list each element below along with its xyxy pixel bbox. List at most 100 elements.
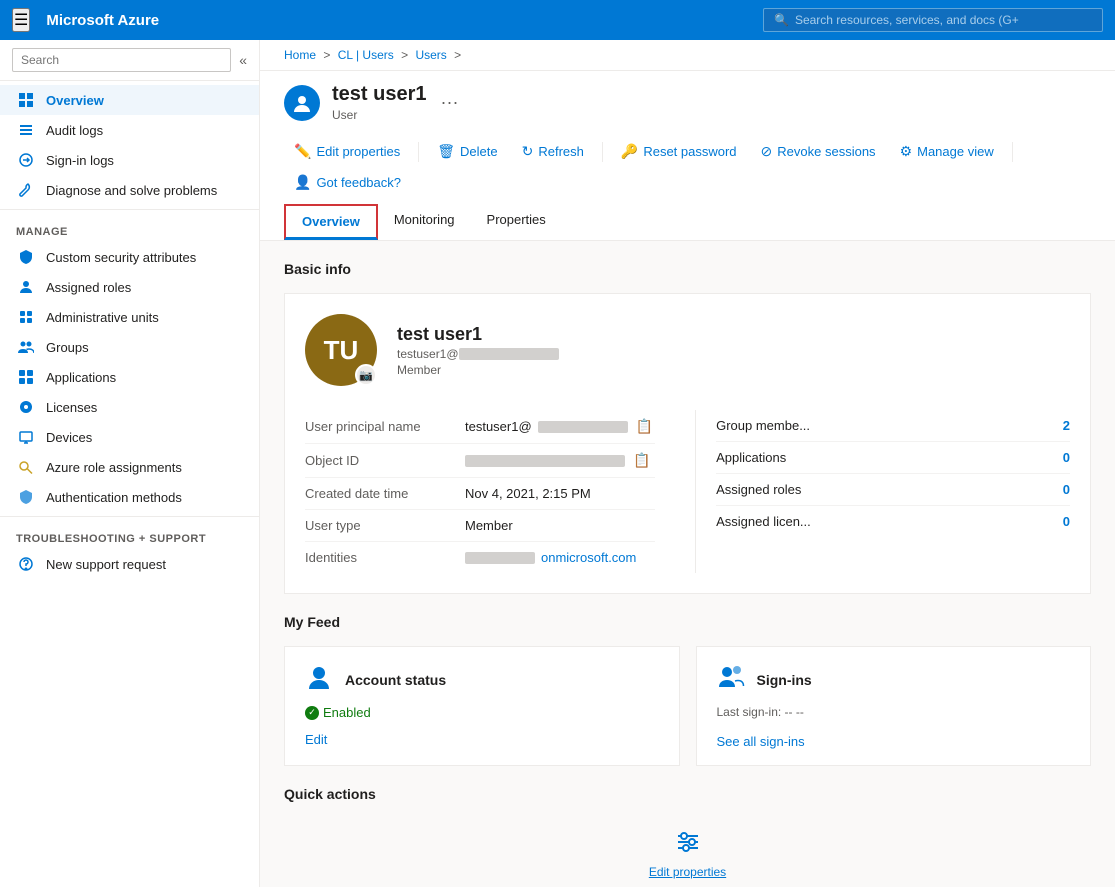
account-status-icon <box>305 663 333 697</box>
stat-label-groups: Group membe... <box>716 418 1050 433</box>
info-label-upn: User principal name <box>305 419 465 434</box>
sidebar-item-label: Administrative units <box>46 310 159 325</box>
breadcrumb-users[interactable]: Users <box>415 48 446 62</box>
toolbar-separator-3 <box>1012 142 1013 162</box>
info-grid: User principal name testuser1@ 📋 Object … <box>305 410 1070 573</box>
sidebar-item-label: Authentication methods <box>46 490 182 505</box>
feedback-icon: 👤 <box>294 174 311 191</box>
copy-upn-button[interactable]: 📋 <box>634 418 655 435</box>
sidebar-item-overview[interactable]: Overview <box>0 85 259 115</box>
quick-actions-area: Edit properties <box>284 818 1091 879</box>
admin-icon <box>16 309 36 325</box>
revoke-sessions-button[interactable]: ⊘ Revoke sessions <box>751 138 886 165</box>
collapse-sidebar-button[interactable]: « <box>239 52 247 68</box>
search-placeholder: Search resources, services, and docs (G+ <box>795 13 1019 27</box>
quick-action-edit-properties-link[interactable]: Edit properties <box>649 865 726 879</box>
sidebar-item-audit-logs[interactable]: Audit logs <box>0 115 259 145</box>
sidebar-item-assigned-roles[interactable]: Assigned roles <box>0 272 259 302</box>
feed-grid: Account status ✓ Enabled Edit <box>284 646 1091 766</box>
reset-pwd-label: Reset password <box>643 144 736 159</box>
feedback-button[interactable]: 👤 Got feedback? <box>284 169 411 196</box>
info-left: User principal name testuser1@ 📋 Object … <box>305 410 695 573</box>
user-avatar-large: TU 📷 <box>305 314 377 386</box>
breadcrumb-cl-users[interactable]: CL | Users <box>338 48 394 62</box>
sidebar-item-devices[interactable]: Devices <box>0 422 259 452</box>
sidebar-item-label: Devices <box>46 430 92 445</box>
stat-value-roles[interactable]: 0 <box>1050 482 1070 497</box>
delete-button[interactable]: 🗑 Delete <box>427 138 507 165</box>
sidebar-item-admin-units[interactable]: Administrative units <box>0 302 259 332</box>
sidebar-item-custom-security[interactable]: Custom security attributes <box>0 242 259 272</box>
user-profile-info: test user1 testuser1@ Member <box>397 324 559 377</box>
group-icon <box>16 339 36 355</box>
tab-monitoring[interactable]: Monitoring <box>378 204 471 240</box>
info-label-usertype: User type <box>305 518 465 533</box>
info-row-created: Created date time Nov 4, 2021, 2:15 PM <box>305 478 655 510</box>
sidebar-item-diagnose[interactable]: Diagnose and solve problems <box>0 175 259 205</box>
wrench-icon <box>16 182 36 198</box>
stat-row-apps: Applications 0 <box>716 442 1070 474</box>
quick-actions-title: Quick actions <box>284 786 1091 802</box>
refresh-button[interactable]: ↻ Refresh <box>512 138 594 165</box>
reset-password-button[interactable]: 🔑 Reset password <box>611 138 747 165</box>
sidebar-item-label: Licenses <box>46 400 97 415</box>
basic-info-card: TU 📷 test user1 testuser1@ Member <box>284 293 1091 594</box>
main-layout: « Overview Audit logs Sign-in logs <box>0 40 1115 887</box>
stat-row-licenses: Assigned licen... 0 <box>716 506 1070 537</box>
shield-auth-icon <box>16 489 36 505</box>
copy-objectid-button[interactable]: 📋 <box>631 452 652 469</box>
manage-view-label: Manage view <box>917 144 994 159</box>
sign-ins-card: Sign-ins Last sign-in: -- -- See all sig… <box>696 646 1092 766</box>
camera-icon[interactable]: 📷 <box>355 364 377 386</box>
app-title: Microsoft Azure <box>46 12 763 29</box>
apps-icon <box>16 369 36 385</box>
sidebar-item-licenses[interactable]: Licenses <box>0 392 259 422</box>
stat-value-apps[interactable]: 0 <box>1050 450 1070 465</box>
sidebar-item-applications[interactable]: Applications <box>0 362 259 392</box>
user-title-area: test user1 User <box>332 83 435 122</box>
refresh-label: Refresh <box>538 144 584 159</box>
shield-blue-icon <box>16 249 36 265</box>
manage-view-button[interactable]: ⚙ Manage view <box>890 138 1004 165</box>
see-all-signins-link[interactable]: See all sign-ins <box>717 734 805 749</box>
sidebar-item-auth-methods[interactable]: Authentication methods <box>0 482 259 512</box>
sidebar-item-groups[interactable]: Groups <box>0 332 259 362</box>
sign-ins-icon <box>717 663 745 697</box>
delete-label: Delete <box>460 144 498 159</box>
breadcrumb-home[interactable]: Home <box>284 48 316 62</box>
stat-value-licenses[interactable]: 0 <box>1050 514 1070 529</box>
sidebar-nav: Overview Audit logs Sign-in logs Diagnos… <box>0 81 259 583</box>
sidebar-item-label: Applications <box>46 370 116 385</box>
search-input[interactable] <box>12 48 231 72</box>
sidebar-item-label: Azure role assignments <box>46 460 182 475</box>
edit-properties-button[interactable]: ✏️ Edit properties <box>284 138 410 165</box>
stat-label-apps: Applications <box>716 450 1050 465</box>
tab-properties[interactable]: Properties <box>471 204 562 240</box>
tab-overview[interactable]: Overview <box>284 204 378 240</box>
tabs: Overview Monitoring Properties <box>284 204 1091 240</box>
user-profile-name: test user1 <box>397 324 559 345</box>
sidebar-search-row: « <box>0 40 259 81</box>
sidebar-item-azure-roles[interactable]: Azure role assignments <box>0 452 259 482</box>
stat-value-groups[interactable]: 2 <box>1050 418 1070 433</box>
stat-label-roles: Assigned roles <box>716 482 1050 497</box>
more-options-button[interactable]: ··· <box>435 90 465 115</box>
sign-ins-last-text: Last sign-in: -- -- <box>717 705 1071 719</box>
global-search[interactable]: 🔍 Search resources, services, and docs (… <box>763 8 1103 32</box>
roles-icon <box>16 279 36 295</box>
sidebar-item-signin-logs[interactable]: Sign-in logs <box>0 145 259 175</box>
page-subtitle: User <box>332 108 435 122</box>
info-row-upn: User principal name testuser1@ 📋 <box>305 410 655 444</box>
refresh-icon: ↻ <box>522 143 534 160</box>
info-value-objectid: 📋 <box>465 452 655 469</box>
status-enabled-label: Enabled <box>323 705 371 720</box>
sidebar-item-support[interactable]: New support request <box>0 549 259 579</box>
page-header: test user1 User ··· ✏️ Edit properties 🗑… <box>260 71 1115 241</box>
sidebar: « Overview Audit logs Sign-in logs <box>0 40 260 887</box>
identity-link[interactable]: onmicrosoft.com <box>541 550 636 565</box>
hamburger-menu[interactable]: ☰ <box>12 8 30 32</box>
toolbar-separator-1 <box>418 142 419 162</box>
sidebar-item-label: Overview <box>46 93 104 108</box>
license-icon <box>16 399 36 415</box>
account-status-edit-link[interactable]: Edit <box>305 732 327 747</box>
